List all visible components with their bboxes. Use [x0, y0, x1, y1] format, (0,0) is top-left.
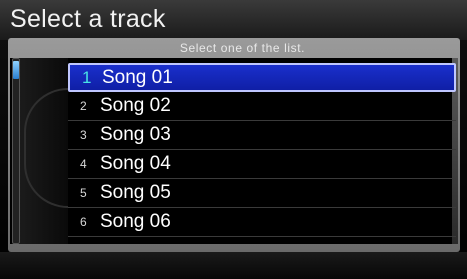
track-number: 4 — [80, 157, 87, 171]
track-number: 3 — [80, 128, 87, 142]
bottom-bar — [0, 252, 467, 279]
track-name: Song 06 — [100, 211, 171, 232]
track-row[interactable]: 4 Song 04 — [68, 150, 456, 179]
instruction-text: Select one of the list. — [179, 41, 306, 55]
track-row[interactable]: 5 Song 05 — [68, 179, 456, 208]
track-number: 5 — [80, 186, 87, 200]
page-title: Select a track — [10, 5, 166, 33]
track-number: 1 — [82, 67, 92, 87]
track-name: Song 01 — [102, 66, 173, 88]
track-list: 1 Song 01 2 Song 02 3 Song 03 4 Song 04 … — [68, 63, 456, 237]
track-name: Song 05 — [100, 182, 171, 203]
track-row[interactable]: 3 Song 03 — [68, 121, 456, 150]
track-number: 2 — [80, 99, 87, 113]
track-number: 6 — [80, 215, 87, 229]
title-bar: Select a track — [0, 0, 467, 40]
track-row[interactable]: 6 Song 06 — [68, 208, 456, 237]
track-name: Song 02 — [100, 95, 171, 116]
track-row[interactable]: 1 Song 01 — [68, 63, 456, 92]
scrollbar[interactable] — [12, 58, 20, 244]
track-row[interactable]: 2 Song 02 — [68, 92, 456, 121]
track-name: Song 03 — [100, 124, 171, 145]
scroll-thumb[interactable] — [13, 61, 19, 79]
track-selection-screen: Select a track Select one of the list. 1… — [0, 0, 467, 279]
track-name: Song 04 — [100, 153, 171, 174]
